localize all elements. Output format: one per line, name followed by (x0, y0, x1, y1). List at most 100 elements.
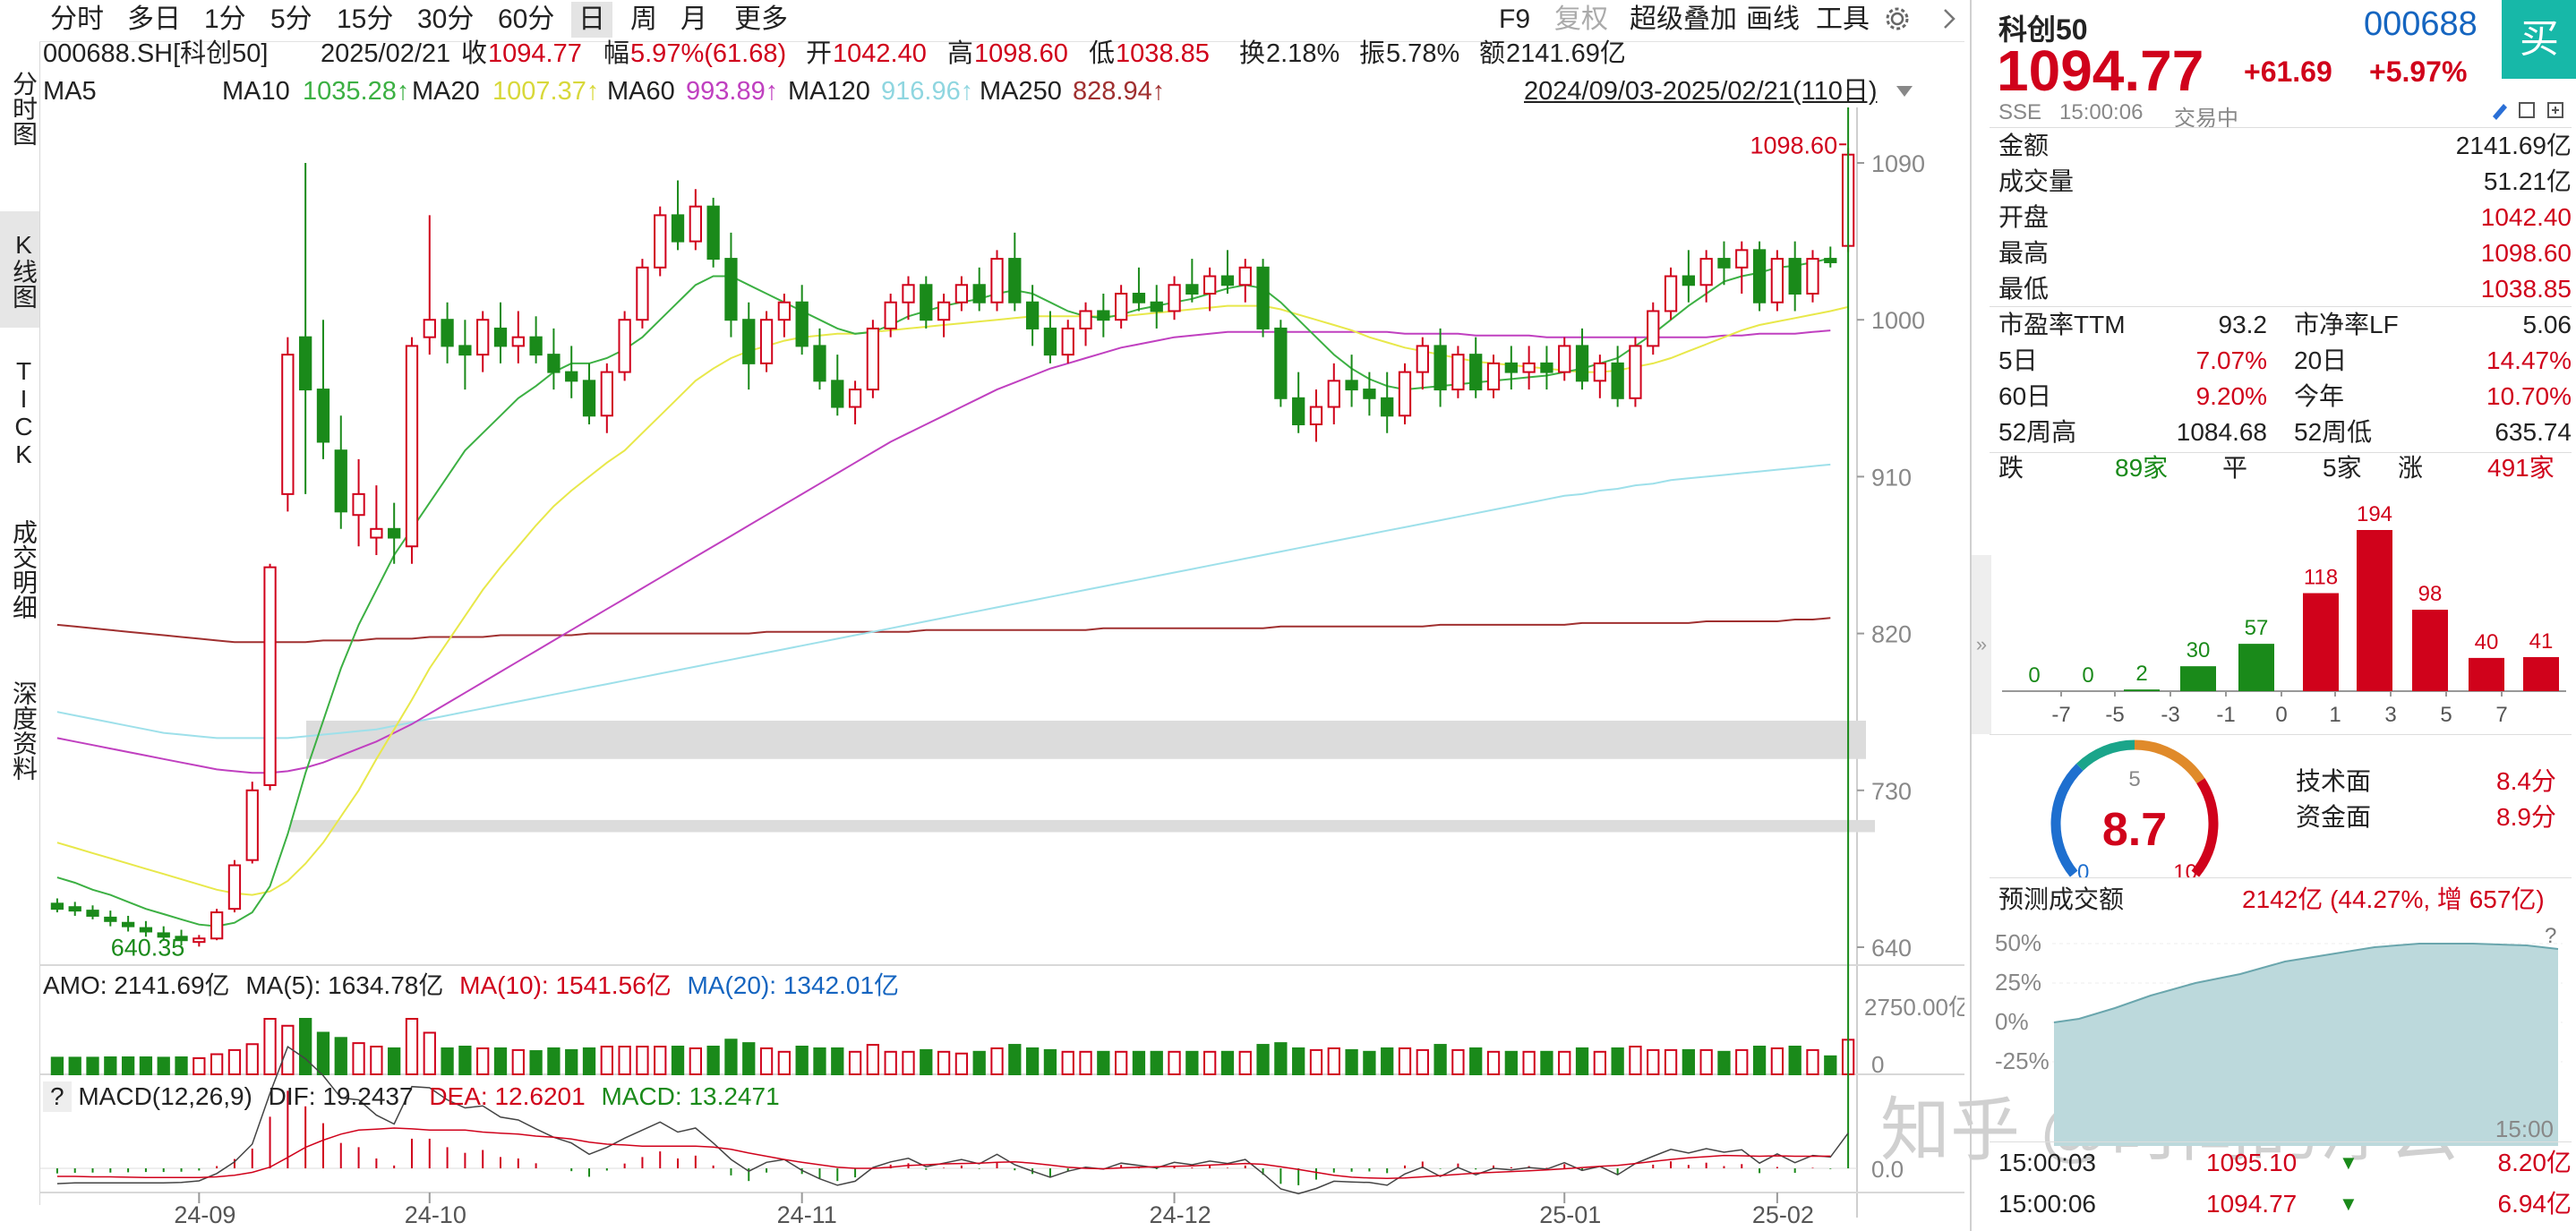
period-multiday[interactable]: 多日 (127, 2, 181, 38)
stat-label: 52周低 (2294, 418, 2373, 446)
score-gauge: 0 5 10 8.7 (2050, 739, 2219, 877)
period-more[interactable]: 更多 (734, 2, 788, 38)
stat-row: 开盘 1042.40 (1998, 200, 2572, 235)
candle (1345, 355, 1358, 407)
candle (689, 189, 702, 251)
candle (547, 328, 561, 390)
period-5min[interactable]: 5分 (270, 2, 312, 38)
tab-depth-data[interactable]: 深度资料 (0, 659, 39, 802)
candle (671, 180, 685, 251)
amo-bar (937, 1050, 951, 1075)
amo-bar (1558, 1050, 1571, 1075)
amo-bar (1611, 1047, 1624, 1075)
amount-value: 2141.69亿 (1506, 39, 1626, 68)
dist-tick-label: 0 (2275, 703, 2287, 727)
expand-handle[interactable]: » (1972, 555, 1991, 734)
amo-bar (582, 1047, 596, 1075)
stat-label: 成交量 (1998, 167, 2075, 195)
panel-control-icons[interactable] (2489, 98, 2572, 122)
candle-body (547, 354, 561, 373)
stat-value: 5.06 (2522, 311, 2572, 338)
breadth-up: 491家 (2487, 454, 2555, 482)
candle (1292, 372, 1305, 433)
candle (1486, 355, 1501, 398)
amo-bar (1788, 1046, 1801, 1075)
amo-bar (1132, 1050, 1146, 1075)
overlay-button[interactable]: 超级叠加 (1630, 2, 1737, 38)
fc-tick-label: 25% (1995, 969, 2041, 996)
stat-label: 5日 (1998, 346, 2038, 374)
candle-body (654, 214, 667, 269)
stat-label: 60日 (1998, 382, 2052, 410)
breadth-flat: 5家 (2323, 454, 2362, 482)
candle (831, 355, 844, 416)
amo-bar (600, 1046, 613, 1075)
gear-icon[interactable] (1884, 5, 1911, 32)
period-30min[interactable]: 30分 (417, 2, 474, 38)
tab-tick[interactable]: TICK (0, 346, 39, 480)
candle (706, 197, 720, 268)
amo-ma10: MA(10): 1541.56亿 (459, 971, 672, 999)
fc-tick-label: 0% (1995, 1008, 2029, 1035)
high-label: 高 (947, 39, 974, 68)
period-timeshare[interactable]: 分时 (50, 2, 104, 38)
ma120-label: MA120 (788, 77, 870, 106)
macd-help-icon[interactable]: ? (43, 1081, 72, 1112)
candle-body (1292, 397, 1305, 425)
tab-trade-detail[interactable]: 成交明细 (0, 498, 39, 641)
chevron-right-icon[interactable] (1936, 5, 1963, 32)
forecast-help-icon[interactable]: ? (2545, 924, 2556, 949)
candle-body (1451, 354, 1465, 391)
date-range-selector[interactable]: 2024/09/03-2025/02/21(110日) (1524, 75, 1878, 107)
draw-line-button[interactable]: 画线 (1746, 2, 1800, 38)
period-15min[interactable]: 15分 (337, 2, 393, 38)
period-day[interactable]: 日 (571, 2, 612, 38)
macd-dif: DIF: 19.2437 (268, 1082, 414, 1110)
high-value: 1098.60 (974, 39, 1068, 68)
stat-label: 今年 (2294, 382, 2345, 410)
dropdown-triangle-icon[interactable] (1895, 82, 1914, 100)
period-week[interactable]: 周 (630, 2, 657, 38)
low-label: 640.35 (111, 934, 185, 961)
amo-bar (831, 1047, 844, 1075)
tab-timeshare[interactable]: 分时图 (0, 50, 39, 167)
candle-body (866, 327, 880, 391)
candle-body (777, 301, 792, 321)
buy-button[interactable]: 买 (2502, 0, 2576, 79)
candle (1629, 337, 1642, 407)
f9-button[interactable]: F9 (1499, 2, 1530, 38)
index-code: 000688 (2364, 5, 2478, 43)
amo-bar (1699, 1048, 1713, 1075)
period-1min[interactable]: 1分 (204, 2, 246, 38)
tab-kline[interactable]: K线图 (0, 211, 39, 328)
candle-body (1416, 345, 1429, 373)
amo-bar (1097, 1050, 1110, 1075)
amo-bar (316, 1031, 330, 1075)
amo-bar (777, 1050, 792, 1075)
gauge-min: 0 (2077, 860, 2089, 877)
amo-bar (759, 1047, 774, 1075)
candle (1114, 285, 1128, 329)
candle (1540, 346, 1553, 390)
exchange: SSE (1998, 100, 2042, 124)
candle-body (1504, 362, 1518, 373)
stat-label: 最高 (1998, 239, 2050, 267)
amo-bar (1238, 1050, 1252, 1075)
candle (245, 782, 259, 864)
amo-bar (1682, 1048, 1696, 1075)
period-month[interactable]: 月 (680, 2, 707, 38)
kline-chart[interactable]: 1090 1000 910 820 730 640 1098.60 640.35 2750.… (39, 107, 1964, 1231)
candle-body (1486, 362, 1501, 391)
low-value: 1038.85 (1116, 39, 1210, 68)
ma250-value: 828.94↑ (1073, 77, 1166, 106)
tick-row: 15:00:03 1095.10 ▼ 8.20亿 (1998, 1142, 2572, 1184)
candle-body (1327, 380, 1340, 408)
tools-button[interactable]: 工具 (1816, 2, 1870, 38)
candle (281, 337, 295, 512)
period-60min[interactable]: 60分 (498, 2, 554, 38)
adjust-button[interactable]: 复权 (1554, 2, 1608, 38)
amo-bar (157, 1056, 170, 1076)
candle (1504, 346, 1518, 390)
amo-ma5: MA(5): 1634.78亿 (245, 971, 444, 999)
candle (1327, 363, 1340, 424)
